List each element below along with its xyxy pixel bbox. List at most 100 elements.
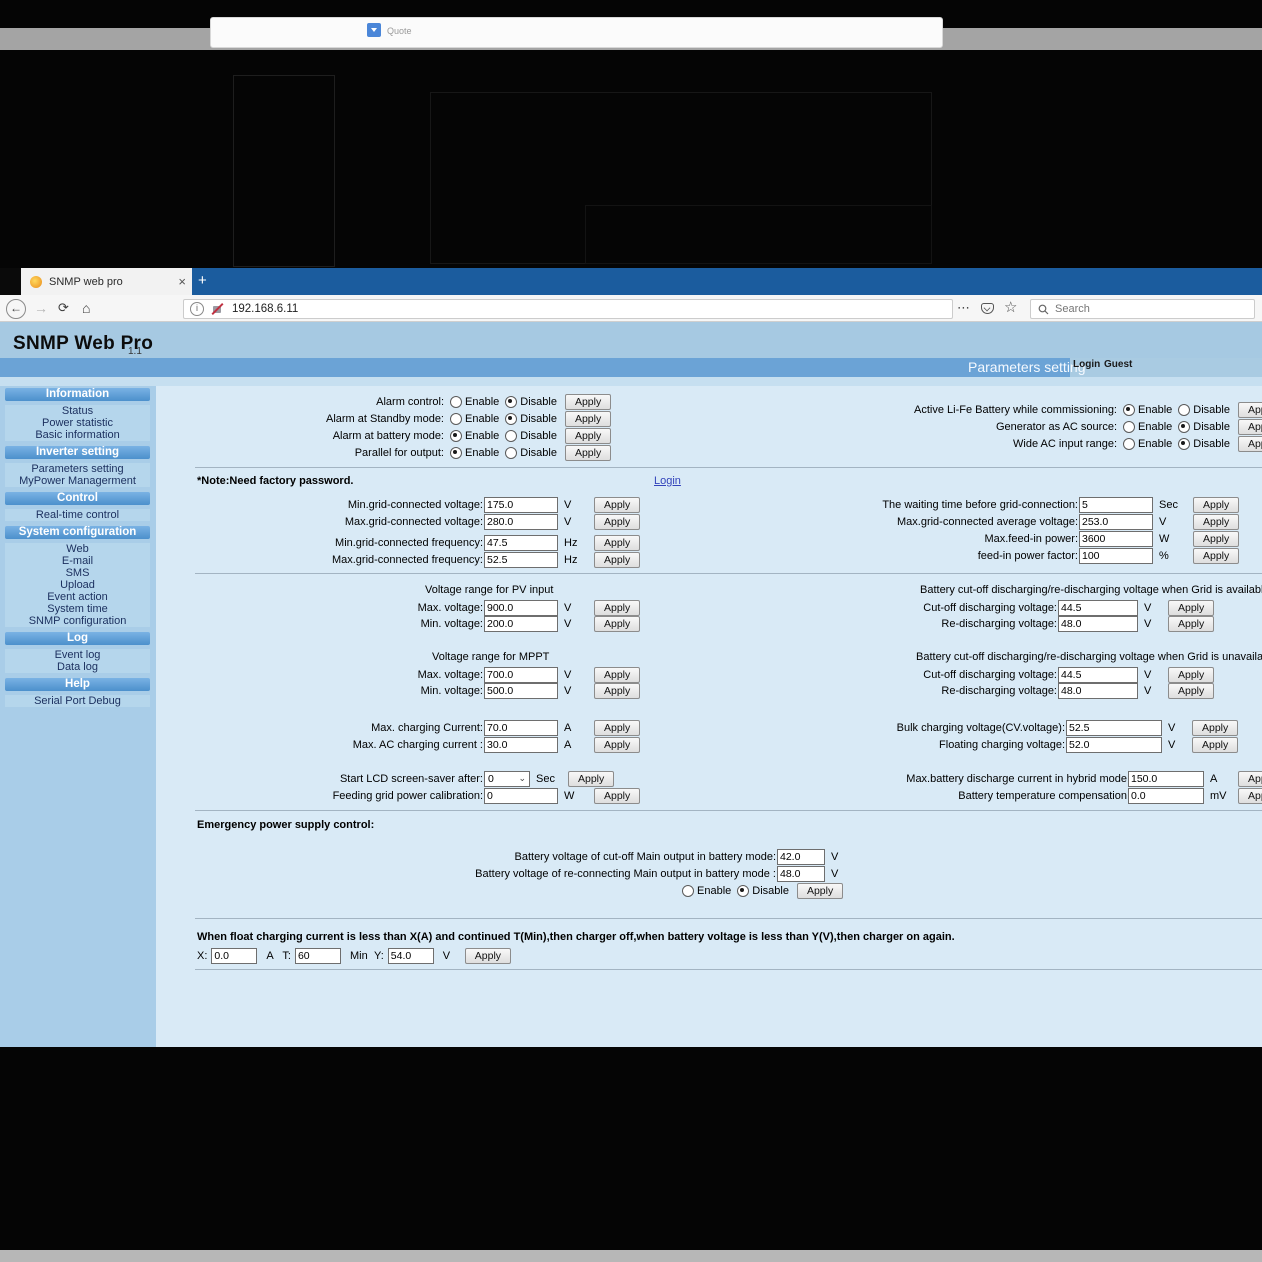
- apply-button[interactable]: Apply: [565, 428, 611, 444]
- max-grid-voltage-input[interactable]: [484, 514, 558, 530]
- max-grid-avg-voltage-input[interactable]: [1079, 514, 1153, 530]
- mppt-max-voltage-input[interactable]: [484, 667, 558, 683]
- cutoff-discharge-input[interactable]: [1058, 600, 1138, 616]
- enable-radio[interactable]: [450, 447, 462, 459]
- sidebar-item-serial-port-debug[interactable]: Serial Port Debug: [5, 695, 150, 707]
- max-grid-frequency-input[interactable]: [484, 552, 558, 568]
- battery-cutoff-main-input[interactable]: [777, 849, 825, 865]
- apply-button[interactable]: Apply: [594, 667, 640, 683]
- enable-radio[interactable]: [450, 430, 462, 442]
- max-charging-current-input[interactable]: [484, 720, 558, 736]
- apply-button[interactable]: Apply: [1168, 616, 1214, 632]
- lcd-screensaver-select[interactable]: 0 ⌄: [484, 771, 530, 787]
- apply-button[interactable]: Apply: [594, 737, 640, 753]
- apply-button[interactable]: Apply: [594, 683, 640, 699]
- search-box[interactable]: Search: [1030, 299, 1255, 319]
- sidebar-item-status[interactable]: Status: [5, 405, 150, 417]
- site-info-icon[interactable]: i: [190, 302, 204, 316]
- apply-button[interactable]: Apply: [594, 497, 640, 513]
- home-icon[interactable]: ⌂: [82, 300, 90, 316]
- max-feed-in-power-input[interactable]: [1079, 531, 1153, 547]
- disable-radio[interactable]: [505, 396, 517, 408]
- sidebar-item-e-mail[interactable]: E-mail: [5, 555, 150, 567]
- disable-radio[interactable]: [505, 413, 517, 425]
- sidebar-item-upload[interactable]: Upload: [5, 579, 150, 591]
- sidebar-item-event-action[interactable]: Event action: [5, 591, 150, 603]
- new-tab-button[interactable]: +: [198, 271, 207, 291]
- apply-button[interactable]: Apply: [465, 948, 511, 964]
- disable-radio[interactable]: [505, 430, 517, 442]
- x-input[interactable]: [211, 948, 257, 964]
- feed-in-power-factor-input[interactable]: [1079, 548, 1153, 564]
- sidebar-item-event-log[interactable]: Event log: [5, 649, 150, 661]
- sidebar-item-power-statistic[interactable]: Power statistic: [5, 417, 150, 429]
- disable-radio[interactable]: [1178, 438, 1190, 450]
- apply-button[interactable]: Apply: [1193, 548, 1239, 564]
- apply-button[interactable]: Apply: [594, 600, 640, 616]
- apply-button[interactable]: Apply: [1193, 531, 1239, 547]
- apply-button[interactable]: Apply: [1238, 788, 1262, 804]
- enable-radio[interactable]: [1123, 421, 1135, 433]
- page-actions-icon[interactable]: ⋯: [957, 300, 970, 316]
- apply-button[interactable]: Apply: [565, 411, 611, 427]
- url-bar[interactable]: i 192.168.6.11: [183, 299, 953, 319]
- apply-button[interactable]: Apply: [594, 535, 640, 551]
- apply-button[interactable]: Apply: [594, 720, 640, 736]
- sidebar-item-mypower-managerment[interactable]: MyPower Managerment: [5, 475, 150, 487]
- min-grid-voltage-input[interactable]: [484, 497, 558, 513]
- reload-icon[interactable]: ⟳: [58, 300, 69, 316]
- mppt-min-voltage-input[interactable]: [484, 683, 558, 699]
- plugin-blocked-icon[interactable]: [211, 303, 224, 316]
- sidebar-item-real-time-control[interactable]: Real-time control: [5, 509, 150, 521]
- grid-wait-time-input[interactable]: [1079, 497, 1153, 513]
- apply-button[interactable]: Apply: [594, 788, 640, 804]
- min-grid-frequency-input[interactable]: [484, 535, 558, 551]
- redischarge-unavail-input[interactable]: [1058, 683, 1138, 699]
- apply-button[interactable]: Apply: [1168, 600, 1214, 616]
- back-icon[interactable]: ←: [6, 299, 26, 319]
- enable-radio[interactable]: [1123, 404, 1135, 416]
- apply-button[interactable]: Apply: [568, 771, 614, 787]
- pv-min-voltage-input[interactable]: [484, 616, 558, 632]
- enable-radio[interactable]: [1123, 438, 1135, 450]
- max-ac-charging-current-input[interactable]: [484, 737, 558, 753]
- apply-button[interactable]: Apply: [1192, 720, 1238, 736]
- apply-button[interactable]: Apply: [1168, 667, 1214, 683]
- sidebar-item-system-time[interactable]: System time: [5, 603, 150, 615]
- redischarge-input[interactable]: [1058, 616, 1138, 632]
- apply-button[interactable]: Apply: [565, 445, 611, 461]
- apply-button[interactable]: Apply: [1238, 771, 1262, 787]
- sidebar-item-basic-information[interactable]: Basic information: [5, 429, 150, 441]
- apply-button[interactable]: Apply: [594, 514, 640, 530]
- apply-button[interactable]: Apply: [1193, 497, 1239, 513]
- enable-radio[interactable]: [450, 396, 462, 408]
- apply-button[interactable]: Apply: [1192, 737, 1238, 753]
- url-text[interactable]: 192.168.6.11: [232, 303, 298, 315]
- apply-button[interactable]: Apply: [565, 394, 611, 410]
- factory-login-link[interactable]: Login: [654, 475, 681, 487]
- apply-button[interactable]: Apply: [594, 552, 640, 568]
- feeding-calibration-input[interactable]: [484, 788, 558, 804]
- hybrid-discharge-current-input[interactable]: [1128, 771, 1204, 787]
- enable-radio[interactable]: [450, 413, 462, 425]
- battery-reconnect-main-input[interactable]: [777, 866, 825, 882]
- cutoff-discharge-unavail-input[interactable]: [1058, 667, 1138, 683]
- login-link[interactable]: Login: [1073, 359, 1100, 370]
- forward-icon[interactable]: →: [34, 300, 48, 316]
- bulk-charging-voltage-input[interactable]: [1066, 720, 1162, 736]
- y-input[interactable]: [388, 948, 434, 964]
- sidebar-item-data-log[interactable]: Data log: [5, 661, 150, 673]
- tab-close-icon[interactable]: ×: [178, 274, 186, 289]
- sidebar-item-parameters-setting[interactable]: Parameters setting: [5, 463, 150, 475]
- browser-tab[interactable]: SNMP web pro ×: [21, 268, 192, 295]
- sidebar-item-sms[interactable]: SMS: [5, 567, 150, 579]
- t-input[interactable]: [295, 948, 341, 964]
- battery-temp-compensation-input[interactable]: [1128, 788, 1204, 804]
- disable-radio[interactable]: [1178, 404, 1190, 416]
- apply-button[interactable]: Apply: [797, 883, 843, 899]
- guest-link[interactable]: Guest: [1104, 359, 1132, 370]
- apply-button[interactable]: Apply: [1238, 402, 1262, 418]
- apply-button[interactable]: Apply: [1193, 514, 1239, 530]
- floating-charging-voltage-input[interactable]: [1066, 737, 1162, 753]
- pv-max-voltage-input[interactable]: [484, 600, 558, 616]
